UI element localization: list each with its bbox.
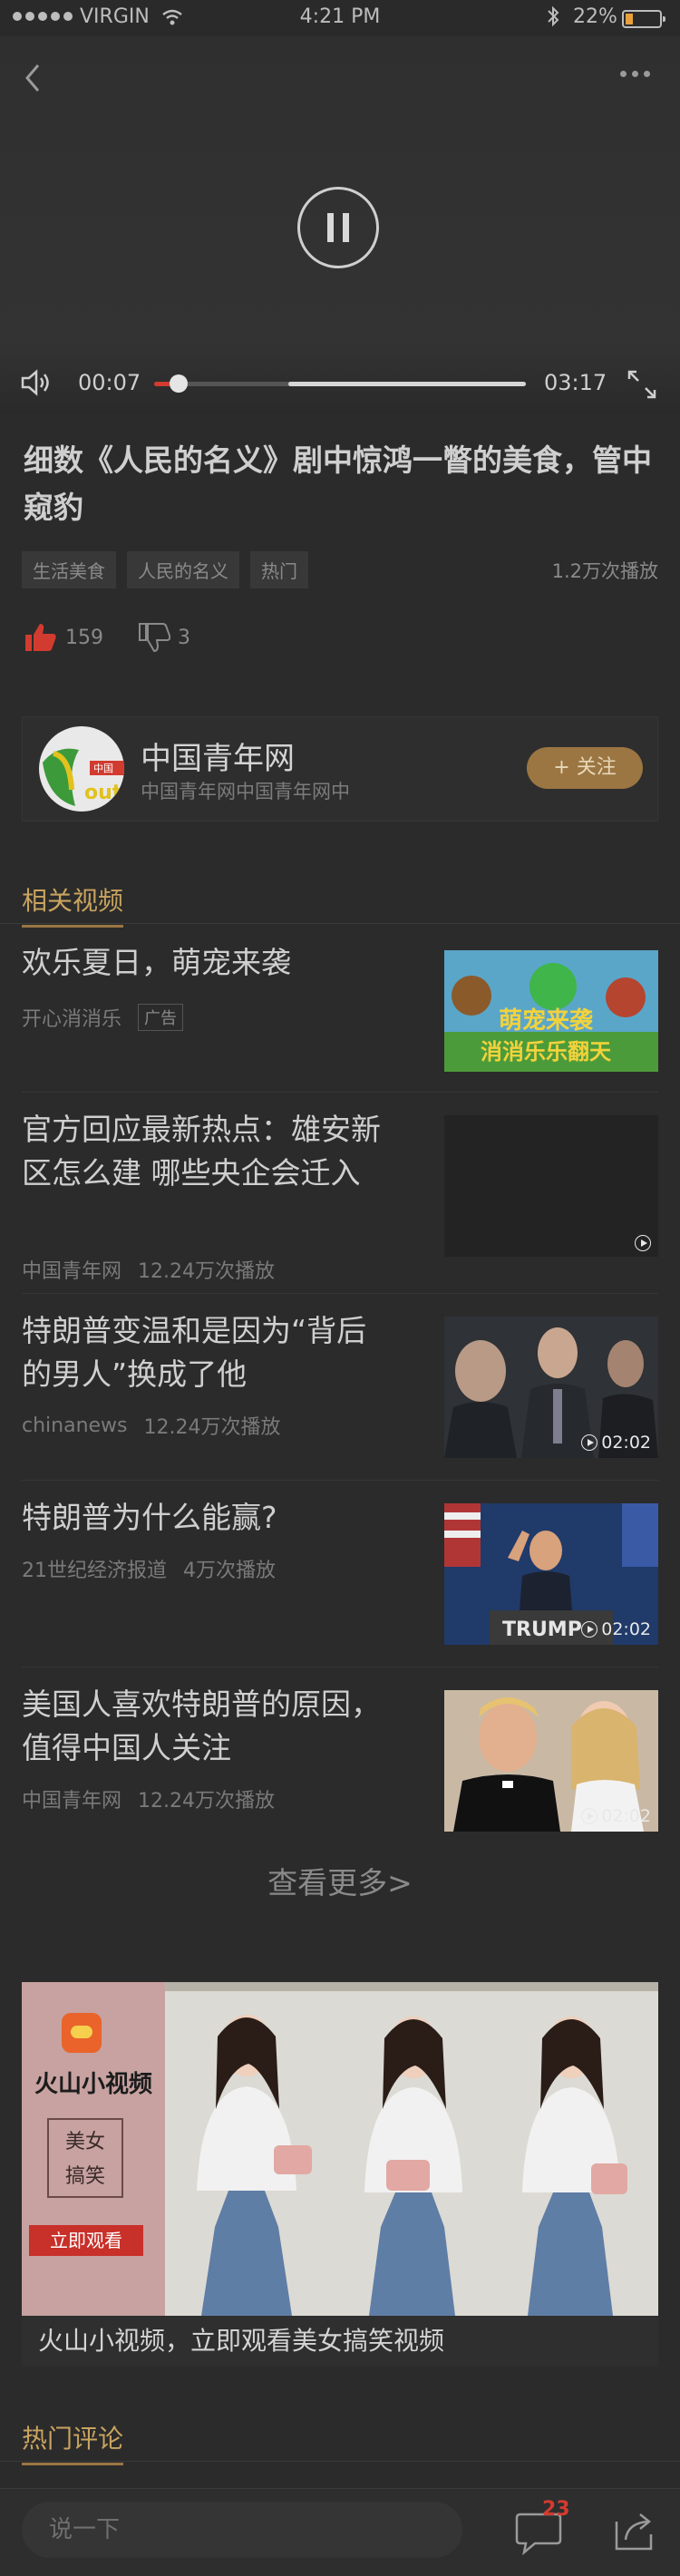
comment-input[interactable]: 说一下 [22, 2502, 462, 2558]
item-meta: 21世纪经济报道 4万次播放 [22, 1554, 276, 1583]
thumb-text-bottom: 消消乐乐翻天 [481, 1039, 611, 1064]
battery-percent: 22% [573, 5, 617, 28]
item-source: 中国青年网 [22, 1790, 122, 1813]
logo-text: out [84, 782, 122, 804]
ad-image [165, 1982, 658, 2316]
player-controls: 00:07 03:17 [0, 357, 680, 408]
item-meta: 开心消消乐 广告 [22, 1003, 184, 1032]
tag[interactable]: 人民的名义 [127, 551, 239, 588]
current-time: 00:07 [78, 370, 141, 395]
play-indicator [635, 1235, 651, 1251]
hot-comments-header: 热门评论 [22, 2419, 124, 2465]
related-videos-header: 相关视频 [22, 881, 124, 928]
item-views: 12.24万次播放 [138, 1790, 275, 1813]
status-bar: VIRGIN 4:21 PM 22% [0, 0, 680, 36]
publisher-description: 中国青年网中国青年网中 [141, 781, 350, 802]
item-meta: 中国青年网 12.24万次播放 [22, 1255, 275, 1284]
follow-button[interactable]: + 关注 [527, 747, 643, 789]
battery-icon [622, 10, 665, 28]
ad-cta-button[interactable]: 立即观看 [29, 2225, 143, 2256]
wifi-icon [162, 9, 182, 25]
play-icon [581, 1434, 598, 1451]
reaction-bar: 159 3 [24, 622, 190, 653]
publisher-logo: 中国 out [39, 726, 124, 812]
volume-icon[interactable] [20, 368, 53, 397]
publisher-card[interactable]: 中国 out 中国青年网 中国青年网中国青年网中 + 关注 [22, 716, 658, 821]
clock: 4:21 PM [299, 5, 381, 28]
item-title[interactable]: 官方回应最新热点：雄安新区怎么建 哪些央企会迁入 [22, 1108, 393, 1195]
item-views: 12.24万次播放 [138, 1260, 275, 1283]
play-icon [581, 1808, 598, 1824]
item-meta: 中国青年网 12.24万次播放 [22, 1784, 275, 1813]
tag[interactable]: 生活美食 [22, 551, 116, 588]
divider [22, 1293, 658, 1294]
bluetooth-icon [548, 5, 559, 27]
buffer-bar [287, 382, 526, 386]
total-duration: 03:17 [544, 370, 607, 395]
item-thumbnail[interactable]: 02:02 [444, 1317, 658, 1458]
duration-text: 02:02 [601, 1619, 651, 1639]
divider [22, 1480, 658, 1481]
item-thumbnail[interactable]: TRUMP 02:02 [444, 1503, 658, 1645]
duration-badge: 02:02 [581, 1433, 651, 1453]
item-title[interactable]: 特朗普变温和是因为“背后的男人”换成了他 [22, 1309, 393, 1396]
ad-badge: 广告 [138, 1004, 184, 1031]
section-divider [0, 923, 680, 924]
progress-bar[interactable] [154, 374, 526, 393]
play-icon [581, 1621, 598, 1638]
pause-button[interactable] [297, 187, 379, 268]
ad-app-name: 火山小视频 [34, 2071, 152, 2098]
duration-text: 02:02 [601, 1806, 651, 1826]
ad-caption[interactable]: 火山小视频，立即观看美女搞笑视频 [22, 2316, 658, 2367]
tag[interactable]: 热门 [250, 551, 308, 588]
video-player[interactable]: 00:07 03:17 [0, 36, 680, 415]
item-source: 21世纪经济报道 [22, 1560, 167, 1582]
ad-tag-box: 美女 搞笑 [47, 2118, 123, 2198]
more-options-icon[interactable] [620, 71, 650, 77]
podium-sign-text: TRUMP [502, 1619, 582, 1641]
svg-text:中国: 中国 [93, 763, 113, 774]
back-icon[interactable] [20, 60, 47, 96]
like-count: 159 [65, 626, 103, 649]
bottom-bar: 说一下 23 [0, 2488, 680, 2576]
thumb-text-top: 萌宠来袭 [499, 1006, 594, 1035]
item-thumbnail[interactable]: 萌宠来袭 消消乐乐翻天 [444, 950, 658, 1072]
item-thumbnail[interactable] [444, 1115, 658, 1257]
dislike-count: 3 [178, 626, 190, 649]
carrier-name: VIRGIN [80, 5, 150, 28]
progress-handle[interactable] [169, 374, 188, 393]
thumbs-down-icon[interactable] [138, 622, 170, 653]
item-meta: chinanews 12.24万次播放 [22, 1411, 281, 1440]
duration-text: 02:02 [601, 1433, 651, 1453]
share-icon[interactable] [611, 2507, 658, 2554]
app-logo-icon [62, 2013, 102, 2053]
item-source: 中国青年网 [22, 1260, 122, 1283]
item-views: 12.24万次播放 [143, 1416, 281, 1439]
item-thumbnail[interactable]: 02:02 [444, 1690, 658, 1832]
item-source: 开心消消乐 [22, 1008, 122, 1031]
ad-left-panel: 火山小视频 美女 搞笑 立即观看 [22, 1982, 165, 2316]
signal-strength-icon [13, 12, 73, 21]
item-views: 4万次播放 [183, 1560, 276, 1582]
view-count: 1.2万次播放 [551, 560, 658, 582]
comment-count-badge: 23 [542, 2498, 570, 2521]
item-title[interactable]: 特朗普为什么能赢? [22, 1496, 393, 1540]
item-title[interactable]: 欢乐夏日，萌宠来袭 [22, 941, 393, 985]
publisher-name[interactable]: 中国青年网 [141, 734, 295, 778]
thumbs-up-icon[interactable] [24, 622, 58, 653]
duration-badge: 02:02 [581, 1619, 651, 1639]
see-more-link[interactable]: 查看更多> [0, 1859, 680, 1902]
play-icon [635, 1235, 651, 1251]
tag-list: 生活美食 人民的名义 热门 [22, 551, 308, 588]
duration-badge: 02:02 [581, 1806, 651, 1826]
fullscreen-icon[interactable] [626, 368, 658, 401]
section-divider [0, 2461, 680, 2462]
video-title: 细数《人民的名义》剧中惊鸿一瞥的美食，管中窥豹 [24, 442, 652, 525]
item-source: chinanews [22, 1414, 128, 1437]
item-title[interactable]: 美国人喜欢特朗普的原因，值得中国人关注 [22, 1683, 393, 1770]
divider [22, 1092, 658, 1093]
banner-ad[interactable]: 火山小视频 美女 搞笑 立即观看 火山小视频，立即观看美女搞笑视频 [22, 1982, 658, 2367]
